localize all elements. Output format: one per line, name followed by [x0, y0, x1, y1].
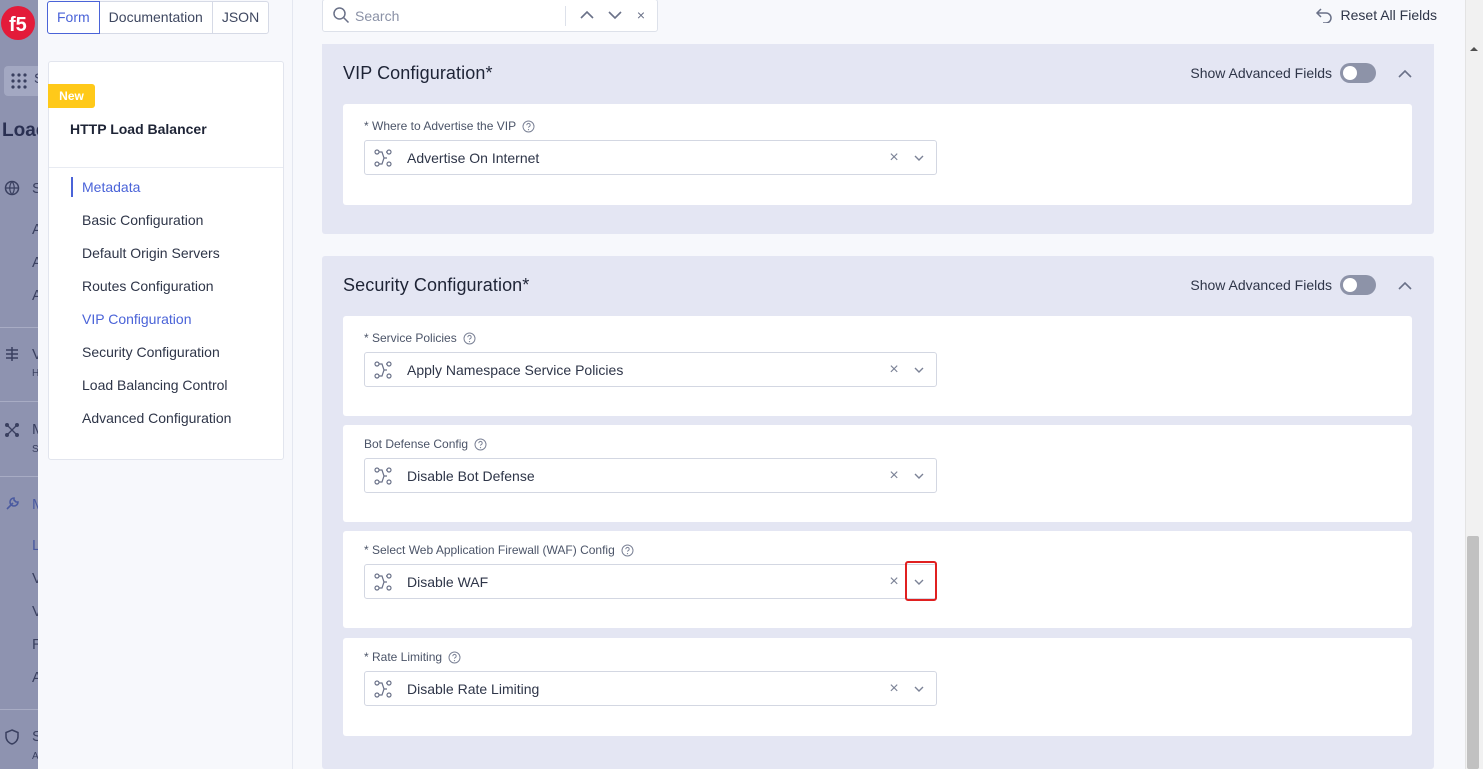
section-title: VIP Configuration* [343, 63, 493, 83]
scroll-up-arrow-icon[interactable] [1469, 44, 1479, 54]
advanced-fields-label: Show Advanced Fields [1190, 277, 1332, 293]
selected-value: Disable Rate Limiting [407, 681, 540, 697]
advanced-fields-toggle[interactable] [1340, 275, 1376, 295]
section-vip-configuration: VIP Configuration* Show Advanced Fields … [322, 44, 1434, 234]
clear-selection-button[interactable]: × [887, 361, 901, 379]
field-label: * Where to Advertise the VIP [364, 119, 535, 133]
clear-selection-button[interactable]: × [887, 149, 901, 167]
reset-label: Reset All Fields [1340, 7, 1437, 23]
nav-divider [0, 476, 38, 477]
nav-item-load-balancing-control[interactable]: Load Balancing Control [71, 370, 231, 403]
chevron-down-icon[interactable] [910, 361, 928, 379]
load-balancer-icon [374, 361, 392, 379]
load-balancer-icon [374, 467, 392, 485]
rate-limiting-select[interactable]: Disable Rate Limiting × [364, 671, 937, 706]
chevron-down-icon[interactable] [910, 573, 928, 591]
selected-value: Advertise On Internet [407, 150, 540, 166]
nav-item-routes-configuration[interactable]: Routes Configuration [71, 271, 231, 304]
page-title-stub: Loac [2, 120, 38, 141]
field-label: * Select Web Application Firewall (WAF) … [364, 543, 634, 557]
form-content: VIP Configuration* Show Advanced Fields … [293, 44, 1465, 769]
chevron-down-icon[interactable] [910, 680, 928, 698]
tab-documentation[interactable]: Documentation [100, 2, 213, 33]
globe-icon[interactable] [4, 180, 20, 196]
section-title: Security Configuration* [343, 275, 530, 295]
clear-selection-button[interactable]: × [887, 680, 901, 698]
reset-all-fields-button[interactable]: Reset All Fields [1315, 7, 1437, 23]
help-icon[interactable] [522, 120, 535, 133]
view-tabs: Form Documentation JSON [47, 1, 270, 34]
nav-item-default-origin-servers[interactable]: Default Origin Servers [71, 238, 231, 271]
bot-defense-select[interactable]: Disable Bot Defense × [364, 458, 937, 493]
chevron-up-icon[interactable] [1396, 277, 1414, 295]
load-balancer-icon [374, 680, 392, 698]
field-card: * Select Web Application Firewall (WAF) … [343, 531, 1412, 628]
nav-divider [0, 401, 38, 402]
app-navigation: f5 S Loac S A A A V H M S M L V V R A S … [0, 0, 38, 769]
chevron-down-icon[interactable] [910, 149, 928, 167]
advanced-fields-control: Show Advanced Fields [1190, 275, 1376, 295]
clear-selection-button[interactable]: × [887, 467, 901, 485]
service-policies-select[interactable]: Apply Namespace Service Policies × [364, 352, 937, 387]
selected-value: Apply Namespace Service Policies [407, 362, 624, 378]
reset-icon [1315, 8, 1332, 23]
divider [49, 167, 283, 168]
field-label: * Service Policies [364, 331, 476, 345]
advanced-fields-control: Show Advanced Fields [1190, 63, 1376, 83]
nav-item-basic-configuration[interactable]: Basic Configuration [71, 205, 231, 238]
object-type-title: HTTP Load Balancer [70, 121, 207, 137]
svg-text:f5: f5 [9, 14, 27, 36]
section-security-configuration: Security Configuration* Show Advanced Fi… [322, 256, 1434, 769]
help-icon[interactable] [448, 651, 461, 664]
section-nav-card: New HTTP Load Balancer Metadata Basic Co… [48, 61, 284, 460]
search-icon [333, 7, 350, 24]
help-icon[interactable] [474, 438, 487, 451]
search-clear-button[interactable]: × [631, 4, 651, 26]
advanced-fields-label: Show Advanced Fields [1190, 65, 1332, 81]
app-launcher-button[interactable]: S [4, 66, 38, 96]
waf-config-select[interactable]: Disable WAF × [364, 561, 937, 601]
section-nav-list: Metadata Basic Configuration Default Ori… [71, 172, 231, 436]
field-card: * Where to Advertise the VIP Advertise O… [343, 104, 1412, 205]
clear-selection-button[interactable]: × [887, 573, 901, 591]
chevron-down-icon[interactable] [910, 467, 928, 485]
field-label: * Rate Limiting [364, 650, 461, 664]
field-search: × [322, 0, 658, 32]
nav-item-vip-configuration[interactable]: VIP Configuration [71, 304, 231, 337]
search-previous-icon[interactable] [577, 4, 597, 26]
new-badge: New [48, 84, 95, 108]
tab-form[interactable]: Form [47, 1, 100, 34]
help-icon[interactable] [621, 544, 634, 557]
tab-json[interactable]: JSON [213, 2, 268, 33]
nav-divider [0, 709, 38, 710]
load-balancer-icon [374, 149, 392, 167]
field-label: Bot Defense Config [364, 437, 487, 451]
selected-value: Disable WAF [407, 574, 489, 590]
network-icon[interactable] [4, 422, 20, 438]
grid-icon [11, 73, 27, 89]
nav-item-security-configuration[interactable]: Security Configuration [71, 337, 231, 370]
selected-value: Disable Bot Defense [407, 468, 535, 484]
nav-item-metadata[interactable]: Metadata [71, 172, 231, 205]
help-icon[interactable] [463, 332, 476, 345]
form-toolbar: × Reset All Fields [293, 0, 1465, 44]
advanced-fields-toggle[interactable] [1340, 63, 1376, 83]
field-card: Bot Defense Config Disable Bot Defense × [343, 425, 1412, 522]
f5-logo-icon[interactable]: f5 [0, 4, 38, 44]
nav-divider [0, 327, 38, 328]
wrench-icon[interactable] [4, 496, 20, 512]
field-card: * Rate Limiting Disable Rate Limiting × [343, 638, 1412, 736]
divider [565, 6, 566, 26]
form-sidebar: Form Documentation JSON New HTTP Load Ba… [38, 0, 293, 769]
search-next-icon[interactable] [605, 4, 625, 26]
scrollbar-thumb[interactable] [1467, 536, 1479, 769]
where-to-advertise-select[interactable]: Advertise On Internet × [364, 140, 937, 175]
field-card: * Service Policies Apply Namespace Servi… [343, 316, 1412, 416]
shield-icon[interactable] [4, 729, 20, 745]
load-balancer-icon [374, 573, 392, 591]
server-icon[interactable] [4, 346, 20, 362]
nav-item-advanced-configuration[interactable]: Advanced Configuration [71, 403, 231, 436]
chevron-up-icon[interactable] [1396, 65, 1414, 83]
search-input[interactable] [355, 5, 560, 27]
